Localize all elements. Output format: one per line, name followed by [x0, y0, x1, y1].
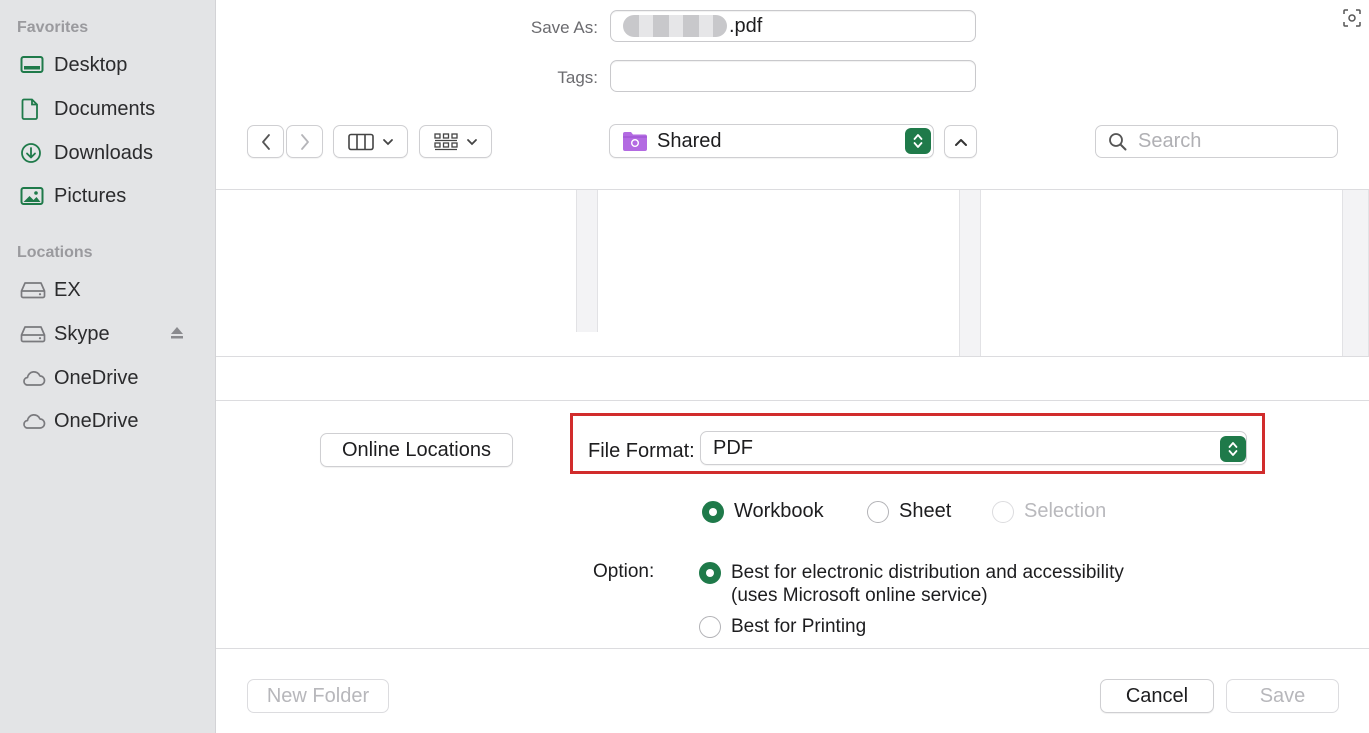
forward-button[interactable]: [286, 125, 323, 158]
view-columns-button[interactable]: [333, 125, 408, 158]
save-as-field[interactable]: .pdf: [610, 10, 976, 42]
radio-label: Best for Printing: [731, 616, 867, 637]
back-button[interactable]: [247, 125, 284, 158]
divider: [216, 648, 1369, 649]
radio-label: Best for electronic distribution and acc…: [731, 562, 1124, 606]
search-input[interactable]: [1138, 130, 1328, 153]
collapse-button[interactable]: [944, 125, 977, 158]
location-current: Shared: [657, 129, 722, 152]
cloud-icon: [20, 409, 46, 433]
radio-sheet[interactable]: Sheet: [867, 500, 951, 523]
sidebar-item-desktop[interactable]: Desktop: [20, 50, 200, 80]
radio-workbook[interactable]: Workbook: [702, 500, 824, 523]
location-stepper[interactable]: [905, 128, 931, 154]
sidebar-item-pictures[interactable]: Pictures: [20, 181, 200, 211]
column-divider[interactable]: [1342, 190, 1369, 356]
sidebar-item-label: Pictures: [54, 184, 127, 207]
sidebar: Favorites Desktop Documents Downloads Pi…: [0, 0, 216, 733]
radio-indicator: [699, 562, 721, 584]
file-format-value: PDF: [713, 436, 753, 459]
radio-best-electronic[interactable]: Best for electronic distribution and acc…: [699, 561, 1124, 607]
sidebar-item-skype[interactable]: Skype: [20, 319, 200, 349]
save-as-label: Save As:: [530, 18, 598, 37]
radio-best-printing[interactable]: Best for Printing: [699, 615, 866, 638]
chevron-right-icon: [300, 133, 309, 150]
columns-view-icon: [347, 133, 374, 150]
chevron-left-icon: [261, 133, 270, 150]
drive-icon: [20, 278, 46, 302]
file-format-label: File Format:: [588, 440, 695, 462]
sidebar-header-locations: Locations: [17, 244, 93, 261]
radio-selection: Selection: [992, 500, 1106, 523]
eject-icon[interactable]: [169, 324, 185, 347]
radio-indicator: [702, 500, 724, 523]
tags-field[interactable]: [610, 60, 976, 92]
download-icon: [20, 141, 46, 165]
sidebar-item-label: Desktop: [54, 53, 128, 76]
grid-view-icon: [433, 132, 458, 150]
sidebar-header-favorites: Favorites: [17, 19, 89, 36]
sidebar-item-label: Downloads: [54, 141, 153, 164]
file-format-popup[interactable]: PDF: [700, 431, 1247, 465]
chevron-down-icon: [382, 138, 393, 145]
sidebar-item-documents[interactable]: Documents: [20, 94, 200, 124]
location-popup[interactable]: Shared: [609, 124, 934, 158]
sidebar-item-label: OneDrive: [54, 409, 139, 432]
radio-indicator: [992, 500, 1014, 523]
new-folder-button: New Folder: [247, 679, 389, 713]
desktop-icon: [20, 53, 46, 77]
column-divider[interactable]: [959, 190, 981, 356]
up-down-arrows-icon: [1228, 442, 1238, 456]
drive-icon: [20, 322, 46, 346]
file-format-stepper[interactable]: [1220, 436, 1246, 462]
save-dialog-main: Save As: .pdf Tags: Shared O: [216, 0, 1369, 733]
option-label: Option:: [593, 561, 655, 582]
search-icon: [1109, 132, 1127, 150]
screenshot-capture-icon[interactable]: [1342, 8, 1362, 33]
radio-indicator: [867, 500, 889, 523]
radio-label: Workbook: [734, 500, 824, 522]
tags-label: Tags:: [557, 68, 598, 87]
cancel-button[interactable]: Cancel: [1100, 679, 1214, 713]
divider: [216, 400, 1369, 401]
sidebar-item-onedrive-2[interactable]: OneDrive: [20, 406, 200, 436]
cloud-icon: [20, 366, 46, 390]
redacted-filename: [623, 15, 727, 37]
chevron-down-icon: [466, 138, 477, 145]
file-browser[interactable]: [216, 189, 1369, 357]
radio-label: Sheet: [899, 500, 952, 522]
sidebar-item-ex[interactable]: EX: [20, 275, 200, 305]
radio-indicator: [699, 615, 721, 638]
online-locations-button[interactable]: Online Locations: [320, 433, 513, 467]
column-divider[interactable]: [576, 190, 598, 332]
pictures-icon: [20, 184, 46, 208]
save-as-value: .pdf: [729, 14, 763, 37]
search-field[interactable]: [1095, 125, 1338, 158]
sidebar-item-label: EX: [54, 278, 81, 301]
chevron-up-icon: [954, 138, 967, 146]
group-by-button[interactable]: [419, 125, 492, 158]
shared-folder-icon: [623, 132, 647, 151]
radio-label: Selection: [1024, 500, 1107, 522]
sidebar-item-label: OneDrive: [54, 366, 139, 389]
sidebar-item-label: Documents: [54, 97, 156, 120]
document-icon: [20, 97, 46, 121]
sidebar-item-onedrive[interactable]: OneDrive: [20, 363, 200, 393]
up-down-arrows-icon: [913, 134, 923, 148]
save-button: Save: [1226, 679, 1339, 713]
sidebar-item-downloads[interactable]: Downloads: [20, 138, 200, 168]
